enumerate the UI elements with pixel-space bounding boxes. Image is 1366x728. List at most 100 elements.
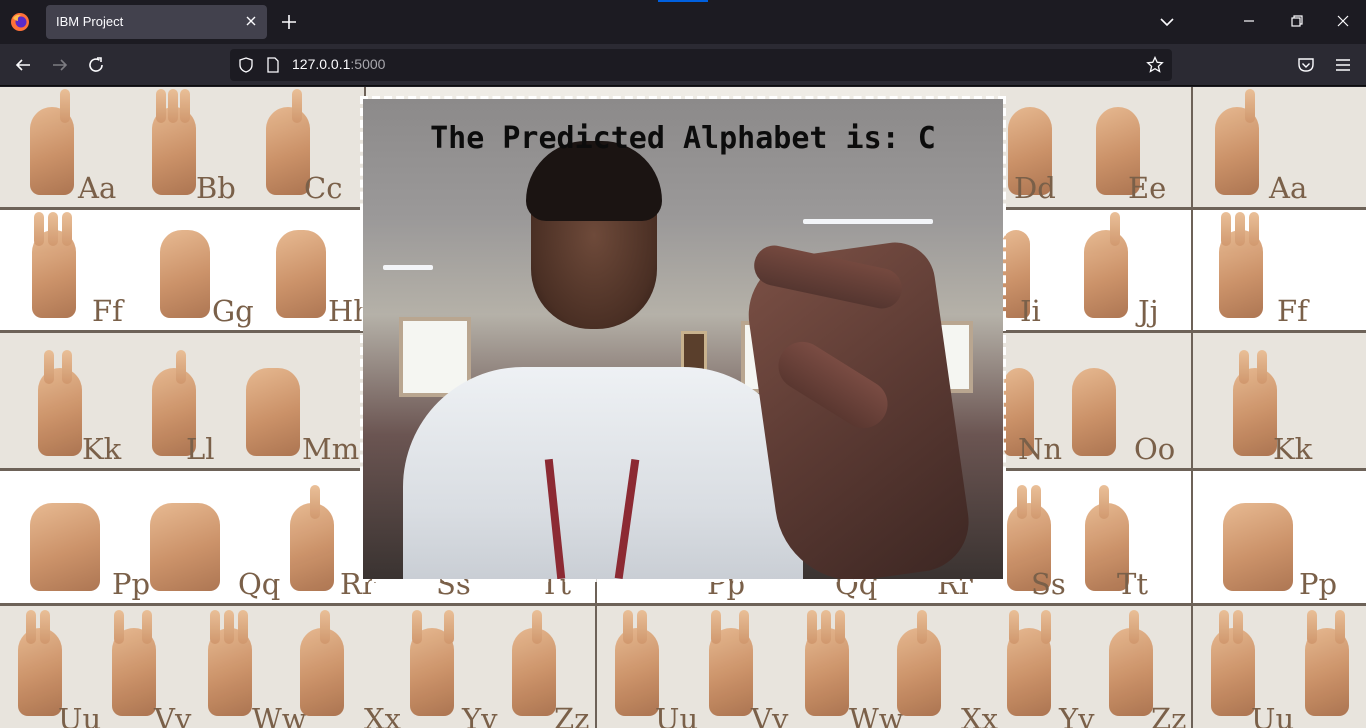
forward-icon[interactable] — [51, 56, 69, 74]
hand-sign-image — [32, 212, 76, 318]
restore-icon[interactable] — [1290, 14, 1304, 28]
hand-sign-image — [1305, 610, 1349, 716]
ceiling-light — [803, 219, 933, 224]
hand-sign-image — [1072, 368, 1116, 456]
close-icon[interactable] — [1336, 14, 1350, 28]
asl-panel-row3-right: Kk — [1193, 333, 1366, 471]
tab-accent-line — [658, 0, 708, 2]
asl-letter: Tt — [1117, 567, 1148, 601]
tab-ibm-project[interactable]: IBM Project — [46, 5, 267, 39]
hand-sign-image — [897, 610, 941, 716]
asl-letter: Kk — [1273, 432, 1313, 466]
asl-letter: Yy — [1059, 702, 1095, 728]
asl-panel-row3-left: Kk Ll Mm — [0, 333, 366, 471]
hand-sign-image — [1219, 212, 1263, 318]
tab-bar: IBM Project — [0, 0, 1366, 44]
asl-panel-row4-right: Pp — [1193, 471, 1366, 606]
asl-panel-row5-mid: Uu Vv Ww Xx Yy Zz — [597, 606, 1193, 728]
asl-letter: Ii — [1020, 294, 1041, 328]
asl-letter: Jj — [1138, 294, 1159, 328]
hand-sign-image — [1233, 350, 1277, 456]
hand-sign-image — [160, 230, 210, 318]
asl-letter: Nn — [1018, 432, 1063, 466]
asl-letter: Vv — [154, 702, 192, 728]
hand-sign-image — [1211, 610, 1255, 716]
asl-letter: Uu — [1251, 702, 1295, 728]
shield-icon[interactable] — [238, 57, 254, 73]
page-icon[interactable] — [266, 57, 280, 73]
asl-letter: Aa — [1269, 171, 1308, 205]
firefox-logo-icon[interactable] — [10, 12, 30, 32]
asl-letter: Ee — [1128, 171, 1167, 205]
asl-letter: Aa — [78, 171, 117, 205]
asl-letter: Ss — [1031, 567, 1066, 601]
ceiling-light — [383, 265, 433, 270]
tab-list-icon[interactable] — [1159, 14, 1175, 30]
navigation-toolbar: 127.0.0.1:5000 — [0, 44, 1366, 86]
hand-sign-image — [30, 89, 74, 195]
asl-letter: Pp — [112, 567, 151, 601]
back-icon[interactable] — [14, 56, 32, 74]
asl-panel-row2-left: Ff Gg Hh — [0, 210, 366, 333]
asl-letter: Ww — [849, 702, 904, 728]
url-host: 127.0.0.1 — [292, 56, 351, 72]
tab-close-icon[interactable] — [243, 13, 259, 29]
person-shirt — [403, 367, 803, 579]
pocket-icon[interactable] — [1297, 56, 1315, 74]
hand-sign-image — [112, 610, 156, 716]
hand-sign-image — [18, 610, 62, 716]
asl-letter: Xx — [961, 702, 999, 728]
asl-letter: Cc — [304, 171, 343, 205]
asl-panel-row2-mid: Ii Jj — [1000, 210, 1193, 333]
hand-sign-image — [1215, 89, 1259, 195]
asl-letter: Qq — [238, 567, 281, 601]
asl-letter: Mm — [302, 432, 360, 466]
url-text: 127.0.0.1:5000 — [292, 56, 385, 72]
asl-letter: Pp — [1299, 567, 1338, 601]
hand-sign-image — [246, 368, 300, 456]
hand-sign-image — [30, 503, 100, 591]
asl-letter: Ww — [252, 702, 307, 728]
asl-letter: Dd — [1014, 171, 1056, 205]
hand-sign-image — [300, 610, 344, 716]
asl-panel-row1-left: Aa Bb Cc — [0, 87, 366, 210]
asl-letter: Yy — [462, 702, 498, 728]
minimize-icon[interactable] — [1242, 14, 1256, 28]
hand-sign-image — [152, 89, 196, 195]
hand-sign-image — [150, 503, 220, 591]
asl-letter: Ll — [186, 432, 215, 466]
new-tab-icon[interactable] — [280, 13, 298, 31]
asl-letter: Bb — [196, 171, 236, 205]
hand-sign-image — [38, 350, 82, 456]
menu-icon[interactable] — [1334, 56, 1352, 74]
asl-letter: Uu — [58, 702, 102, 728]
asl-letter: Vv — [751, 702, 789, 728]
asl-panel-row3-mid: Nn Oo — [1000, 333, 1193, 471]
hand-sign-image — [1109, 610, 1153, 716]
asl-letter: Ff — [1277, 294, 1308, 328]
asl-letter: Oo — [1134, 432, 1176, 466]
url-port: :5000 — [350, 56, 386, 72]
asl-panel-row2-right: Ff — [1193, 210, 1366, 333]
webcam-video-feed: The Predicted Alphabet is: C — [363, 99, 1003, 579]
address-bar[interactable]: 127.0.0.1:5000 — [230, 49, 1172, 81]
hand-sign-image — [709, 610, 753, 716]
asl-letter: Zz — [1151, 702, 1187, 728]
hand-sign-image — [1223, 503, 1293, 591]
asl-panel-row1-mid: Dd Ee — [1000, 87, 1193, 210]
hand-sign-image — [1007, 610, 1051, 716]
prediction-text: The Predicted Alphabet is: C — [430, 121, 936, 156]
reload-icon[interactable] — [87, 56, 105, 74]
asl-panel-row5-right: Uu — [1193, 606, 1366, 728]
hand-sign-image — [1084, 212, 1128, 318]
hand-sign-image — [208, 610, 252, 716]
asl-letter: Ff — [92, 294, 123, 328]
bookmark-star-icon[interactable] — [1146, 56, 1164, 74]
hand-sign-image — [410, 610, 454, 716]
tab-title: IBM Project — [56, 14, 124, 29]
asl-letter: Gg — [212, 294, 254, 328]
asl-letter: Kk — [82, 432, 122, 466]
asl-letter: Uu — [655, 702, 699, 728]
asl-panel-row5-left: Uu Vv Ww Xx Yy Zz — [0, 606, 597, 728]
hand-sign-image — [805, 610, 849, 716]
